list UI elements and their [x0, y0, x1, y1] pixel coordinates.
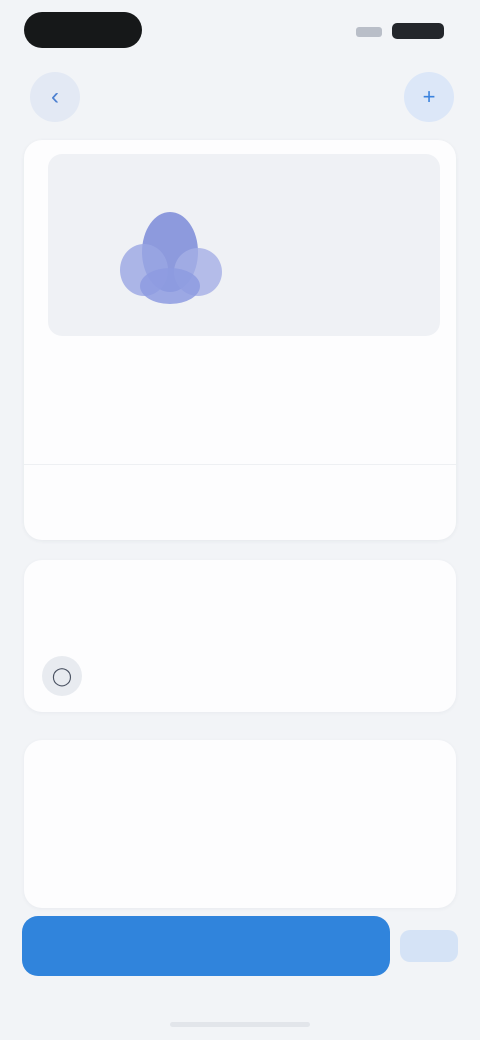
back-button[interactable]: ‹: [30, 72, 80, 122]
selection-option[interactable]: ◯: [42, 656, 438, 696]
detail-row: [54, 406, 432, 450]
status-bar: [0, 0, 480, 60]
primary-button[interactable]: [22, 916, 390, 976]
chevron-left-icon: ‹: [51, 83, 59, 110]
home-indicator: [170, 1022, 310, 1027]
info-card: [24, 140, 456, 540]
status-time-pill: [24, 12, 142, 48]
navigation-bar: ‹ +: [0, 68, 480, 128]
hero-panel: [48, 154, 440, 336]
hero-text: [276, 192, 436, 202]
battery-icon: [392, 23, 444, 39]
detail-row: [54, 352, 432, 396]
selection-card: ◯: [24, 560, 456, 712]
cellular-signal-icon: [356, 27, 382, 37]
plus-icon: +: [422, 84, 436, 109]
card-divider: [24, 464, 456, 465]
about-card: [24, 740, 456, 908]
secondary-action[interactable]: [400, 930, 458, 962]
circle-option-icon: ◯: [42, 656, 82, 696]
card-link[interactable]: [164, 484, 316, 514]
blue-flower-illustration: [120, 212, 222, 304]
add-button[interactable]: +: [404, 72, 454, 122]
